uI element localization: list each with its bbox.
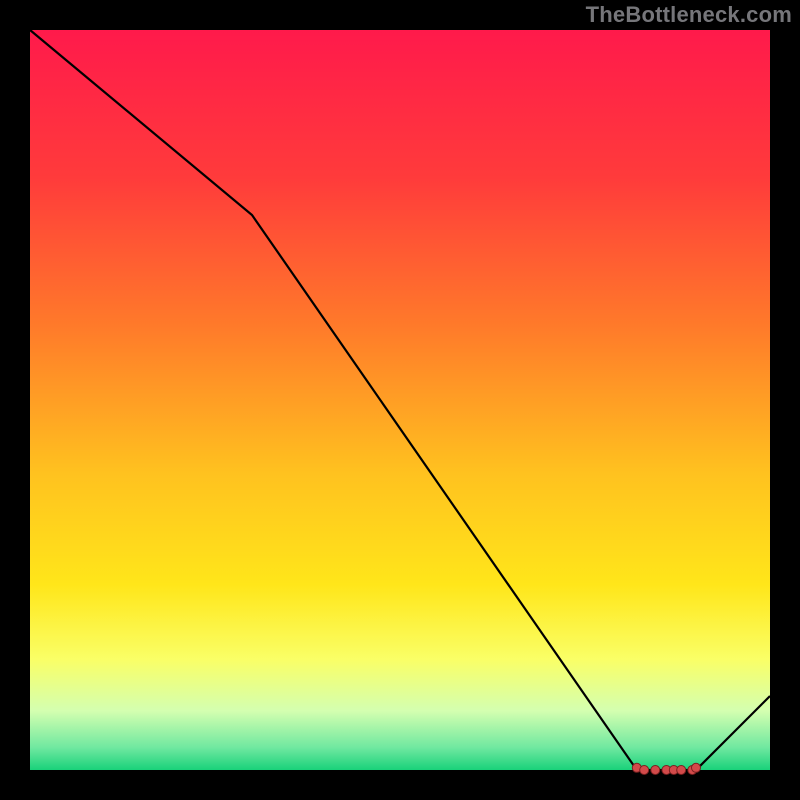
plot-background — [30, 30, 770, 770]
chart-marker — [692, 763, 701, 772]
bottleneck-chart — [0, 0, 800, 800]
chart-marker — [677, 766, 686, 775]
chart-frame: TheBottleneck.com — [0, 0, 800, 800]
chart-marker — [651, 766, 660, 775]
chart-marker — [640, 766, 649, 775]
